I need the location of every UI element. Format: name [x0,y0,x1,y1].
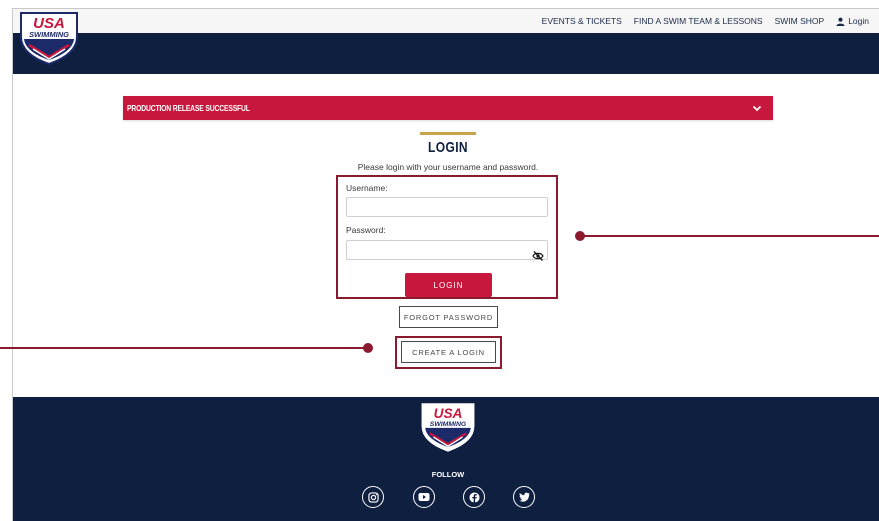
instagram-link[interactable] [362,486,384,508]
svg-text:SWIMMING: SWIMMING [430,421,467,428]
title-accent-rule [420,132,476,135]
user-icon [836,17,845,26]
nav-find-swim-team[interactable]: FIND A SWIM TEAM & LESSONS [634,16,763,26]
username-label: Username: [346,183,388,193]
facebook-link[interactable] [463,486,485,508]
facebook-icon [468,491,480,503]
footer-logo[interactable]: USA SWIMMING [417,402,479,452]
callout-line-create [0,347,368,349]
utility-bar: EVENTS & TICKETS FIND A SWIM TEAM & LESS… [13,9,879,34]
callout-line-form [580,235,879,237]
page-title: LOGIN [428,139,468,156]
nav-events-tickets[interactable]: EVENTS & TICKETS [542,16,622,26]
password-label: Password: [346,225,386,235]
password-input[interactable] [346,240,548,260]
twitter-icon [518,492,530,502]
follow-label: FOLLOW [431,470,465,479]
usa-swimming-logo[interactable]: USA SWIMMING [15,11,83,65]
nav-swim-shop[interactable]: SWIM SHOP [775,16,825,26]
forgot-password-button[interactable]: FORGOT PASSWORD [399,306,498,328]
nav-login-link[interactable]: Login [836,16,869,26]
callout-dot-create [363,343,373,353]
nav-login-label: Login [848,16,869,26]
youtube-icon [418,493,430,501]
status-banner[interactable]: PRODUCTION RELEASE SUCCESSFUL [123,96,773,120]
header-band [13,33,879,74]
create-login-button[interactable]: CREATE A LOGIN [401,341,496,363]
svg-text:SWIMMING: SWIMMING [29,30,69,39]
username-input[interactable] [346,197,548,217]
eye-slash-icon[interactable] [532,250,544,262]
banner-text: PRODUCTION RELEASE SUCCESSFUL [127,103,250,113]
twitter-link[interactable] [513,486,535,508]
youtube-link[interactable] [413,486,435,508]
login-instructions: Please login with your username and pass… [357,162,539,172]
chevron-down-icon[interactable] [751,102,763,114]
instagram-icon [367,491,379,503]
login-button[interactable]: LOGIN [405,273,492,297]
svg-text:USA: USA [434,406,463,421]
site-footer: USA SWIMMING FOLLOW [13,397,879,521]
top-nav: EVENTS & TICKETS FIND A SWIM TEAM & LESS… [542,9,869,33]
browser-viewport: EVENTS & TICKETS FIND A SWIM TEAM & LESS… [12,8,879,521]
